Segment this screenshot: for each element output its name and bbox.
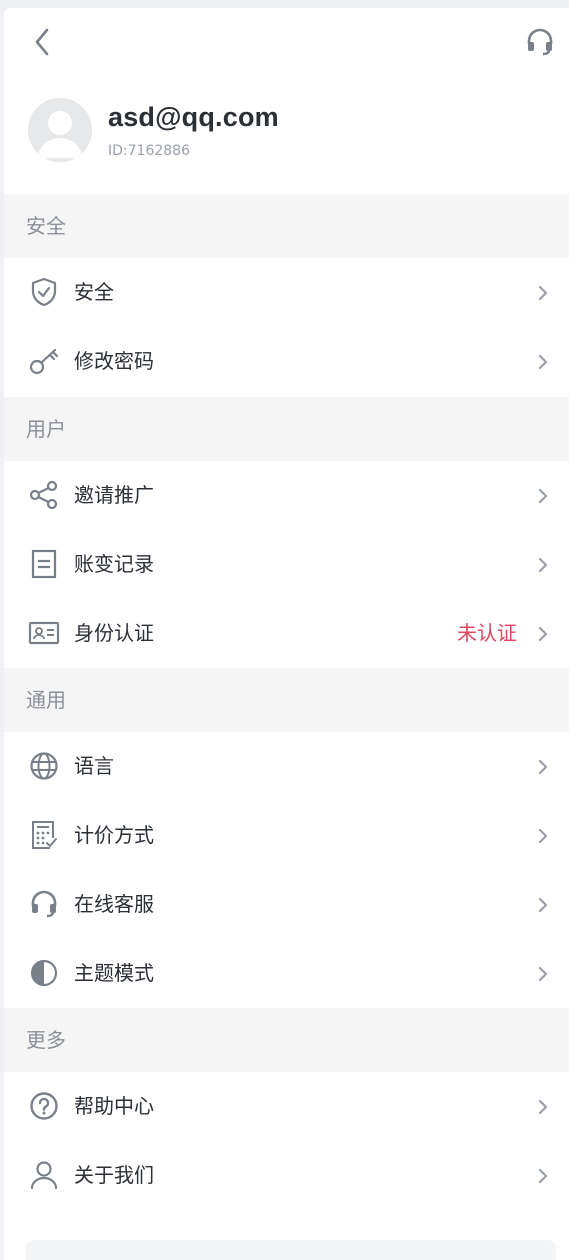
chevron-right-icon — [535, 352, 551, 372]
chevron-right-icon — [535, 757, 551, 777]
menu-item-invite[interactable]: 邀请推广 — [4, 461, 569, 530]
menu-item-label: 语言 — [74, 754, 114, 778]
section-header-user: 用户 — [4, 397, 569, 461]
person-icon — [28, 1159, 60, 1191]
section-title: 更多 — [26, 1028, 66, 1052]
menu-item-security[interactable]: 安全 — [4, 258, 569, 327]
menu-item-label: 身份认证 — [74, 621, 154, 645]
chevron-right-icon — [535, 1166, 551, 1186]
menu-item-label: 账变记录 — [74, 552, 154, 576]
section-header-security: 安全 — [4, 194, 569, 258]
menu-item-help-center[interactable]: 帮助中心 — [4, 1072, 569, 1141]
menu-item-label: 计价方式 — [74, 823, 154, 847]
user-email: asd@qq.com — [108, 102, 279, 132]
shield-icon — [28, 276, 60, 308]
menu-item-label: 在线客服 — [74, 892, 154, 916]
menu-item-theme[interactable]: 主题模式 — [4, 939, 569, 1008]
section-header-more: 更多 — [4, 1008, 569, 1072]
key-icon — [28, 345, 60, 377]
chevron-right-icon — [535, 895, 551, 915]
menu-item-change-password[interactable]: 修改密码 — [4, 327, 569, 396]
verification-status: 未认证 — [457, 621, 517, 645]
help-circle-icon — [28, 1090, 60, 1122]
menu-item-label: 修改密码 — [74, 349, 154, 373]
chevron-right-icon — [535, 624, 551, 644]
section-title: 安全 — [26, 214, 66, 238]
back-button[interactable] — [26, 24, 58, 60]
contrast-icon — [28, 957, 60, 989]
chevron-left-icon — [35, 28, 49, 56]
bottom-button-partial[interactable] — [26, 1240, 556, 1260]
chevron-right-icon — [535, 486, 551, 506]
support-button[interactable] — [523, 24, 557, 60]
profile-card: asd@qq.com ID:7162886 — [4, 94, 569, 194]
share-icon — [28, 479, 60, 511]
section-header-general: 通用 — [4, 668, 569, 732]
globe-icon — [28, 750, 60, 782]
menu-item-pricing[interactable]: 计价方式 — [4, 801, 569, 870]
id-card-icon — [28, 617, 60, 649]
section-title: 通用 — [26, 688, 66, 712]
section-title: 用户 — [26, 417, 66, 441]
top-bar — [4, 8, 569, 78]
menu-item-identity[interactable]: 身份认证 未认证 — [4, 599, 569, 668]
menu-item-about-us[interactable]: 关于我们 — [4, 1141, 569, 1210]
chevron-right-icon — [535, 283, 551, 303]
settings-panel: asd@qq.com ID:7162886 安全 安全 修改密码 用户 邀请推广… — [4, 8, 569, 1260]
user-id: ID:7162886 — [108, 143, 190, 159]
menu-item-online-support[interactable]: 在线客服 — [4, 870, 569, 939]
chevron-right-icon — [535, 964, 551, 984]
menu-item-label: 安全 — [74, 280, 114, 304]
menu-item-label: 主题模式 — [74, 961, 154, 985]
menu-item-language[interactable]: 语言 — [4, 732, 569, 801]
chevron-right-icon — [535, 826, 551, 846]
chevron-right-icon — [535, 1097, 551, 1117]
menu-item-label: 关于我们 — [74, 1163, 154, 1187]
calculator-icon — [28, 819, 60, 851]
headset-icon — [527, 28, 553, 56]
menu-item-label: 邀请推广 — [74, 483, 154, 507]
document-icon — [28, 548, 60, 580]
chevron-right-icon — [535, 555, 551, 575]
headset-icon — [28, 888, 60, 920]
menu-item-label: 帮助中心 — [74, 1094, 154, 1118]
avatar[interactable] — [28, 98, 92, 162]
avatar-placeholder-icon — [28, 98, 92, 162]
menu-item-transactions[interactable]: 账变记录 — [4, 530, 569, 599]
